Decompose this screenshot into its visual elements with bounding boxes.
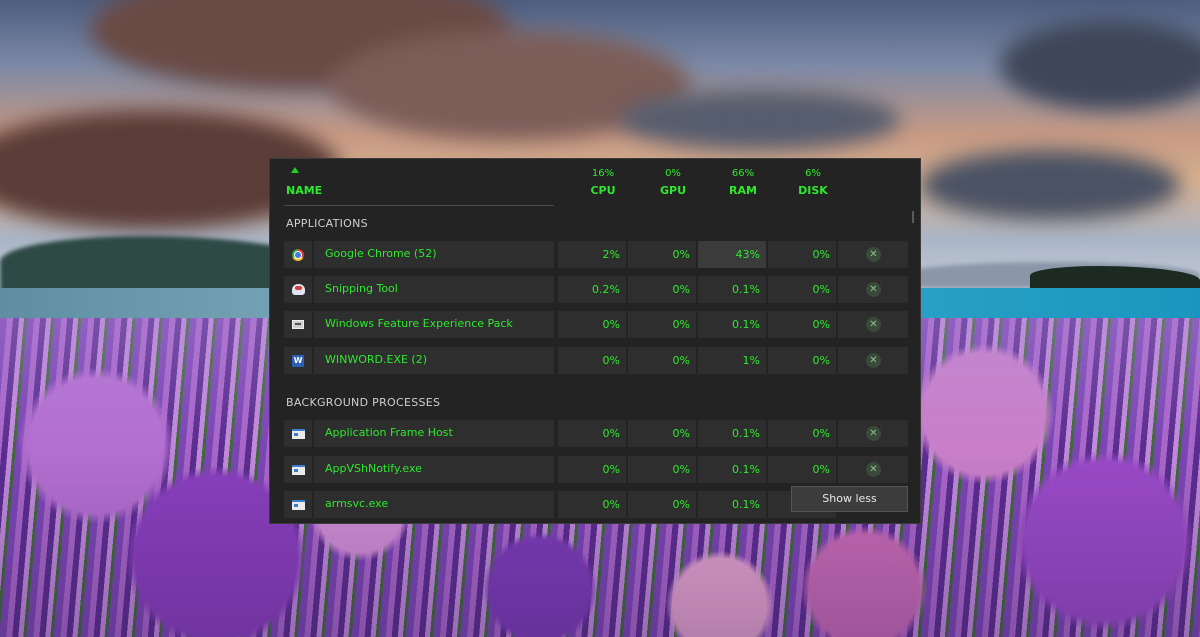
- background-processes-section-title: BACKGROUND PROCESSES: [286, 396, 441, 409]
- cpu-cell: 0%: [558, 456, 626, 483]
- process-row[interactable]: Application Frame Host 0% 0% 0.1% 0% ✕: [284, 420, 908, 447]
- process-icon-cell: [284, 311, 312, 338]
- end-task-close-icon[interactable]: ✕: [866, 353, 881, 368]
- ram-column-header[interactable]: 66% RAM: [713, 167, 773, 197]
- process-name-cell: Windows Feature Experience Pack: [314, 311, 554, 338]
- snipping-tool-icon: [291, 284, 305, 295]
- process-row[interactable]: Snipping Tool 0.2% 0% 0.1% 0% ✕: [284, 276, 908, 303]
- scrollbar-thumb[interactable]: [912, 211, 914, 223]
- app-window-icon: [291, 499, 305, 510]
- end-task-close-icon[interactable]: ✕: [866, 462, 881, 477]
- ram-total-percent: 66%: [731, 168, 755, 179]
- gpu-cell: 0%: [628, 491, 696, 518]
- process-name: armsvc.exe: [325, 497, 389, 510]
- gpu-cell: 0%: [628, 420, 696, 447]
- process-row[interactable]: AppVShNotify.exe 0% 0% 0.1% 0% ✕: [284, 456, 908, 483]
- ram-cell: 43%: [698, 241, 766, 268]
- process-name: Google Chrome (52): [325, 247, 437, 260]
- disk-cell: 0%: [768, 420, 836, 447]
- cpu-cell: 0%: [558, 420, 626, 447]
- process-icon-cell: W: [284, 347, 312, 374]
- feature-pack-icon: [292, 320, 304, 329]
- disk-total-percent: 6%: [805, 168, 821, 179]
- cpu-total-percent: 16%: [591, 168, 615, 179]
- action-cell: ✕: [838, 311, 908, 338]
- process-icon-cell: [284, 491, 312, 518]
- cloud: [920, 150, 1180, 220]
- name-column-header[interactable]: NAME: [286, 184, 322, 197]
- process-row[interactable]: W WINWORD.EXE (2) 0% 0% 1% 0% ✕: [284, 347, 908, 374]
- process-name: Snipping Tool: [325, 282, 398, 295]
- cpu-column-header[interactable]: 16% CPU: [573, 167, 633, 197]
- chrome-icon: [292, 248, 304, 261]
- gpu-cell: 0%: [628, 456, 696, 483]
- process-row[interactable]: Windows Feature Experience Pack 0% 0% 0.…: [284, 311, 908, 338]
- header-divider: [284, 205, 554, 206]
- cpu-column-label: CPU: [590, 184, 616, 197]
- gpu-cell: 0%: [628, 311, 696, 338]
- gpu-cell: 0%: [628, 276, 696, 303]
- process-row[interactable]: Google Chrome (52) 2% 0% 43% 0% ✕: [284, 241, 908, 268]
- ram-cell: 0.1%: [698, 456, 766, 483]
- cpu-cell: 0.2%: [558, 276, 626, 303]
- gpu-cell: 0%: [628, 241, 696, 268]
- ram-cell: 0.1%: [698, 276, 766, 303]
- gpu-total-percent: 0%: [665, 168, 681, 179]
- ram-cell: 0.1%: [698, 311, 766, 338]
- disk-cell: 0%: [768, 241, 836, 268]
- process-name: WINWORD.EXE (2): [325, 353, 428, 366]
- ram-cell: 0.1%: [698, 491, 766, 518]
- process-name-cell: Snipping Tool: [314, 276, 554, 303]
- end-task-close-icon[interactable]: ✕: [866, 282, 881, 297]
- disk-column-header[interactable]: 6% DISK: [783, 167, 843, 197]
- gpu-column-header[interactable]: 0% GPU: [643, 167, 703, 197]
- process-name-cell: armsvc.exe: [314, 491, 554, 518]
- app-window-icon: [291, 464, 305, 475]
- process-name: AppVShNotify.exe: [325, 462, 422, 475]
- action-cell: ✕: [838, 456, 908, 483]
- ram-column-label: RAM: [729, 184, 757, 197]
- disk-cell: 0%: [768, 276, 836, 303]
- process-icon-cell: [284, 241, 312, 268]
- disk-cell: 0%: [768, 456, 836, 483]
- ram-cell: 0.1%: [698, 420, 766, 447]
- process-name-cell: Google Chrome (52): [314, 241, 554, 268]
- disk-cell: 0%: [768, 347, 836, 374]
- applications-section-title: APPLICATIONS: [286, 217, 368, 230]
- process-name-cell: Application Frame Host: [314, 420, 554, 447]
- end-task-close-icon[interactable]: ✕: [866, 317, 881, 332]
- action-cell: ✕: [838, 241, 908, 268]
- action-cell: ✕: [838, 347, 908, 374]
- process-name-cell: WINWORD.EXE (2): [314, 347, 554, 374]
- process-icon-cell: [284, 276, 312, 303]
- cpu-cell: 0%: [558, 491, 626, 518]
- sort-ascending-icon[interactable]: [291, 167, 299, 173]
- column-header: NAME 16% CPU 0% GPU 66% RAM 6% DISK: [270, 159, 920, 207]
- process-name: Application Frame Host: [325, 426, 453, 439]
- ram-cell: 1%: [698, 347, 766, 374]
- cpu-cell: 0%: [558, 347, 626, 374]
- disk-cell: 0%: [768, 311, 836, 338]
- action-cell: ✕: [838, 276, 908, 303]
- process-icon-cell: [284, 456, 312, 483]
- end-task-close-icon[interactable]: ✕: [866, 247, 881, 262]
- cpu-cell: 2%: [558, 241, 626, 268]
- resource-monitor-panel: NAME 16% CPU 0% GPU 66% RAM 6% DISK APPL…: [269, 158, 921, 524]
- process-name-cell: AppVShNotify.exe: [314, 456, 554, 483]
- cloud: [620, 90, 900, 150]
- show-less-button[interactable]: Show less: [791, 486, 908, 512]
- app-window-icon: [291, 428, 305, 439]
- word-icon: W: [292, 354, 304, 367]
- gpu-cell: 0%: [628, 347, 696, 374]
- process-icon-cell: [284, 420, 312, 447]
- cpu-cell: 0%: [558, 311, 626, 338]
- action-cell: ✕: [838, 420, 908, 447]
- end-task-close-icon[interactable]: ✕: [866, 426, 881, 441]
- disk-column-label: DISK: [798, 184, 828, 197]
- gpu-column-label: GPU: [659, 184, 687, 197]
- process-name: Windows Feature Experience Pack: [325, 317, 513, 330]
